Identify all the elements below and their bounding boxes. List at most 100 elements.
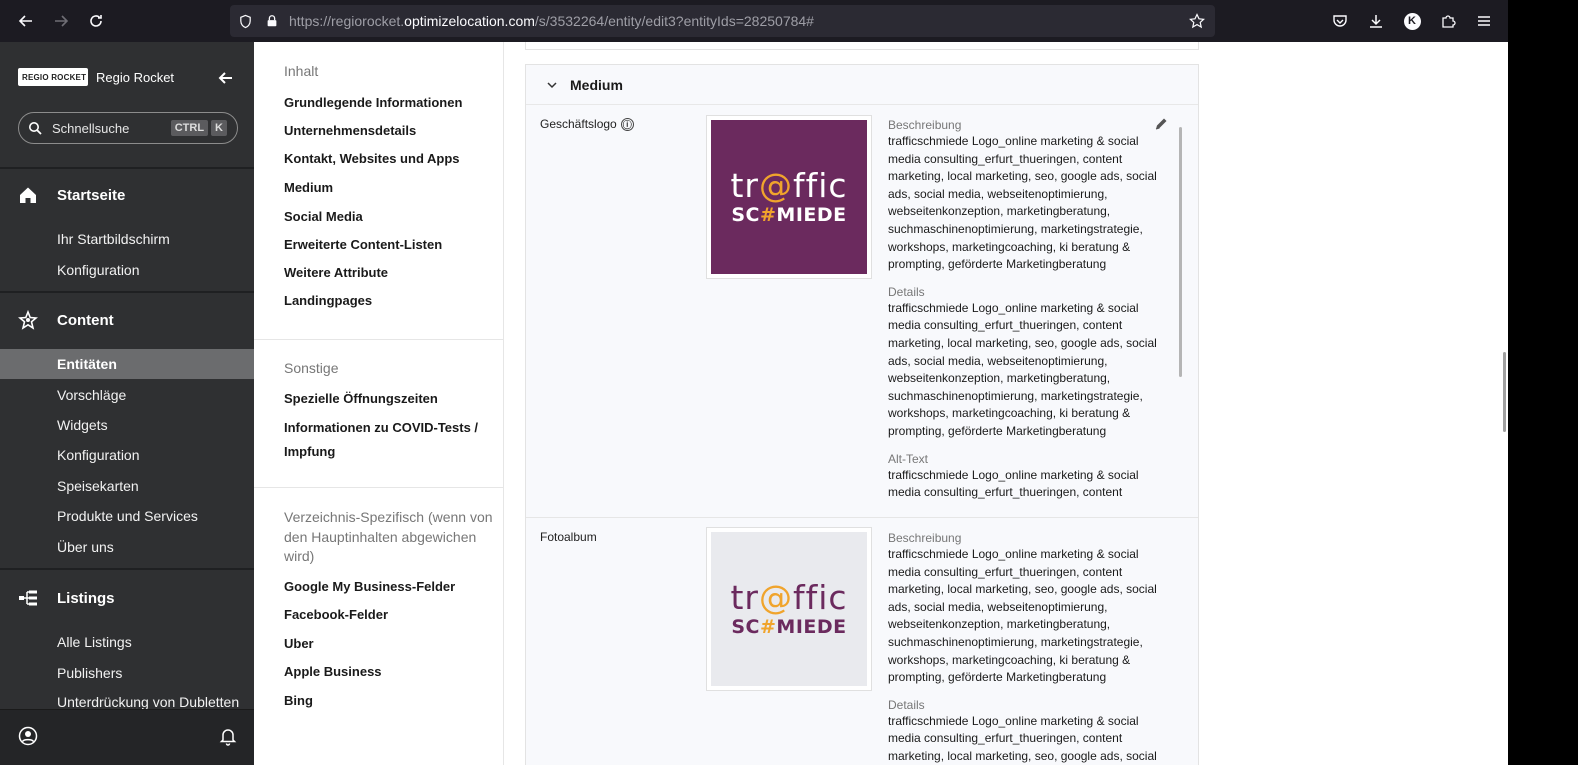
sidebar-item-produkte-und-services[interactable]: Produkte und Services: [57, 508, 198, 524]
url-text: https://regiorocket.optimizelocation.com…: [289, 13, 814, 29]
sidebar-item-entitaeten[interactable]: Entitäten: [0, 349, 254, 379]
toc-item-grundlegende-informationen[interactable]: Grundlegende Informationen: [284, 95, 462, 110]
text-line: prompting, geförderte Marketingberatung: [888, 670, 1107, 685]
section-header[interactable]: Medium: [526, 65, 1198, 105]
sidebar-item-speisekarten[interactable]: Speisekarten: [57, 478, 139, 494]
nav-section-content[interactable]: Content: [18, 310, 114, 330]
text-line: media consulting_erfurt_thueringen, cont…: [888, 318, 1123, 333]
table-of-contents: Inhalt Grundlegende Informationen Untern…: [254, 42, 504, 765]
kbd-ctrl: CTRL: [170, 120, 209, 136]
collapse-sidebar-arrow-icon[interactable]: [216, 68, 236, 88]
sidebar-item-ihr-startbildschirm[interactable]: Ihr Startbildschirm: [57, 231, 170, 247]
text-line: trafficschmiede Logo_online marketing & …: [888, 134, 1139, 148]
toc-item-medium[interactable]: Medium: [284, 180, 333, 195]
extensions-button[interactable]: [1432, 3, 1464, 39]
page-scrollbar[interactable]: [1503, 352, 1506, 432]
sidebar-item-alle-listings[interactable]: Alle Listings: [57, 634, 132, 650]
toc-item-covid-informationen-line2[interactable]: Impfung: [284, 444, 335, 459]
divider: [526, 517, 1198, 518]
toc-group-label: Inhalt: [284, 63, 319, 79]
divider: [254, 339, 504, 340]
back-button[interactable]: [8, 3, 44, 39]
toc-item-facebook-felder[interactable]: Facebook-Felder: [284, 607, 388, 622]
nav-section-startseite[interactable]: Startseite: [18, 185, 125, 205]
alt-text-label: Alt-Text: [888, 451, 929, 466]
description-label: Beschreibung: [888, 531, 962, 545]
section-medium: Medium Geschäftslogo ⓘ tr@ffic SC#MIEDE …: [525, 64, 1199, 765]
toc-item-landingpages[interactable]: Landingpages: [284, 293, 372, 308]
sidebar-item-konfiguration[interactable]: Konfiguration: [57, 447, 140, 463]
text-line: trafficschmiede Logo_online marketing & …: [888, 467, 1139, 482]
sidebar-item-vorschlaege[interactable]: Vorschläge: [57, 387, 126, 403]
text-line: ads, social media, webseitenoptimierung,: [888, 186, 1108, 201]
text-line: media consulting_erfurt_thueringen, cont…: [888, 151, 1123, 166]
toc-item-apple-business[interactable]: Apple Business: [284, 664, 382, 679]
text-line: marketing, local marketing, seo, google …: [888, 335, 1157, 350]
kbd-k: K: [211, 120, 227, 136]
toc-item-covid-informationen[interactable]: Informationen zu COVID-Tests /: [284, 420, 478, 435]
toc-item-google-my-business-felder[interactable]: Google My Business-Felder: [284, 579, 455, 594]
sidebar-item-unterdrueckung-von-dubletten[interactable]: Unterdrückung von Dubletten: [57, 694, 239, 710]
text-line: workshops, marketingcoaching, ki beratun…: [888, 652, 1131, 667]
pocket-button[interactable]: [1324, 3, 1356, 39]
toc-item-bing[interactable]: Bing: [284, 693, 313, 708]
field-label-geschaeftslogo: Geschäftslogo ⓘ: [540, 117, 634, 131]
text-line: media consulting_erfurt_thueringen, cont…: [888, 485, 1123, 500]
text-line: suchmaschinenoptimierung, marketingstrat…: [888, 634, 1143, 649]
account-button[interactable]: K: [1396, 3, 1428, 39]
text-line: prompting, geförderte Marketingberatung: [888, 423, 1107, 438]
logo-meta: Beschreibung trafficschmiede Logo_online…: [888, 117, 1172, 502]
details-text: trafficschmiede Logo_online marketing & …: [888, 713, 1172, 765]
main-content: Inhalt Grundlegende Informationen Untern…: [254, 42, 1508, 765]
text-line: trafficschmiede Logo_online marketing & …: [888, 300, 1139, 315]
logo-thumbnail[interactable]: tr@ffic SC#MIEDE: [706, 115, 872, 279]
toc-item-uber[interactable]: Uber: [284, 636, 314, 651]
nav-section-title: Content: [57, 311, 114, 329]
photo-image: tr@ffic SC#MIEDE: [711, 532, 867, 686]
download-icon: [1370, 15, 1382, 28]
field-label-text: Geschäftslogo: [540, 117, 617, 131]
nav-section-listings[interactable]: Listings: [18, 588, 115, 608]
user-account-icon[interactable]: [18, 726, 38, 746]
toc-item-spezielle-oeffnungszeiten[interactable]: Spezielle Öffnungszeiten: [284, 391, 438, 406]
forward-button[interactable]: [43, 3, 79, 39]
alt-text: trafficschmiede Logo_online marketing & …: [888, 467, 1172, 502]
profile-avatar: K: [1403, 12, 1421, 30]
toc-item-kontakt-websites-und-apps[interactable]: Kontakt, Websites und Apps: [284, 151, 460, 166]
sidebar-item-publishers[interactable]: Publishers: [57, 665, 122, 681]
bookmark-star-icon[interactable]: [1189, 13, 1205, 29]
photo-thumbnail[interactable]: tr@ffic SC#MIEDE: [706, 527, 872, 691]
text-line: suchmaschinenoptimierung, marketingstrat…: [888, 388, 1143, 403]
info-icon[interactable]: ⓘ: [620, 117, 634, 131]
sidebar: REGIO ROCKET Regio Rocket Schnellsuche C…: [0, 42, 254, 765]
logo-wordmark: tr@ffic: [730, 166, 848, 205]
listings-icon: [19, 590, 37, 606]
address-bar[interactable]: https://regiorocket.optimizelocation.com…: [230, 5, 1215, 37]
reload-button[interactable]: [78, 3, 114, 39]
search-placeholder: Schnellsuche: [52, 120, 130, 136]
divider: [0, 291, 254, 293]
arrow-left-icon: [18, 15, 32, 27]
text-line: trafficschmiede Logo_online marketing & …: [888, 713, 1139, 728]
photo-meta: Beschreibung trafficschmiede Logo_online…: [888, 530, 1172, 765]
nav-section-title: Startseite: [57, 186, 126, 204]
menu-button[interactable]: [1468, 3, 1500, 39]
quick-search[interactable]: Schnellsuche CTRL K: [18, 112, 238, 144]
logo-wordmark: tr@ffic: [730, 578, 848, 617]
toc-item-social-media[interactable]: Social Media: [284, 209, 363, 224]
description-label: Beschreibung: [888, 118, 962, 132]
toc-item-unternehmensdetails[interactable]: Unternehmensdetails: [284, 123, 416, 138]
toc-item-weitere-attribute[interactable]: Weitere Attribute: [284, 265, 388, 280]
content-icon: [18, 310, 38, 330]
bell-icon[interactable]: [218, 726, 238, 746]
brand[interactable]: REGIO ROCKET Regio Rocket: [18, 68, 174, 86]
reload-icon: [90, 15, 102, 27]
description-text: trafficschmiede Logo_online marketing & …: [888, 133, 1172, 274]
scrollbar[interactable]: [1179, 127, 1182, 377]
divider: [254, 487, 504, 488]
toc-item-erweiterte-content-listen[interactable]: Erweiterte Content-Listen: [284, 237, 442, 252]
downloads-button[interactable]: [1360, 3, 1392, 39]
sidebar-item-konfiguration[interactable]: Konfiguration: [57, 262, 140, 278]
sidebar-item-ueber-uns[interactable]: Über uns: [57, 539, 114, 555]
sidebar-item-widgets[interactable]: Widgets: [57, 417, 108, 433]
